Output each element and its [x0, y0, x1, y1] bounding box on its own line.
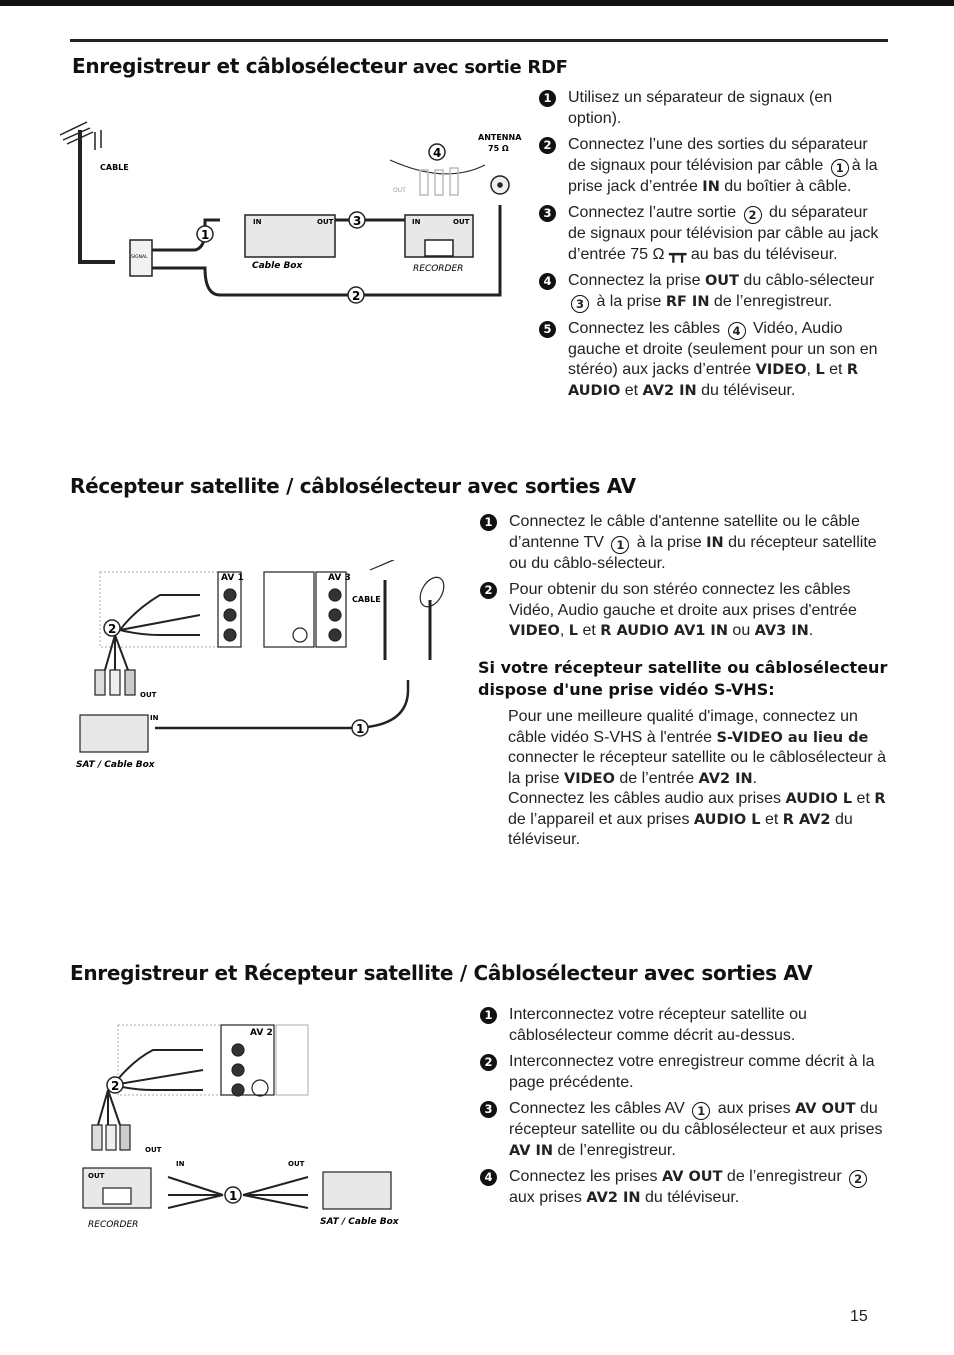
label-rec-in: IN — [176, 1160, 185, 1168]
diagram-rdf: CABLE SIGNAL IN OUT Cable Box IN OUT REC… — [59, 121, 522, 304]
step-text: Connectez la prise OUT du câblo-sélecteu… — [568, 272, 875, 313]
label-av1: AV 1 — [221, 573, 244, 583]
callout-1: 1 — [196, 225, 214, 243]
section1-steps: 1 Utilisez un séparateur de signaux (en o… — [539, 88, 889, 407]
step-item: 1 Connectez le câble d'antenne satellite … — [480, 512, 890, 574]
step-number-icon: 4 — [539, 273, 556, 290]
page-number: 15 — [850, 1308, 868, 1325]
section1-title-tail: avec sortie RDF — [406, 57, 568, 78]
header-rule — [70, 39, 888, 42]
label-recorder-in: IN — [412, 218, 421, 226]
svg-text:4: 4 — [433, 146, 441, 160]
svg-text:1: 1 — [201, 228, 209, 242]
step-number-icon: 2 — [480, 582, 497, 599]
section1-title-main: Enregistreur et câblosélecteur — [72, 54, 407, 78]
svhs-paragraph: Connectez les câbles audio aux prises AU… — [508, 790, 886, 848]
callout-1: 1 — [224, 1186, 242, 1204]
label-sat-in: IN — [150, 714, 159, 722]
label-splitter: SIGNAL — [131, 254, 148, 260]
svg-text:1: 1 — [229, 1189, 237, 1203]
step-number-icon: 2 — [480, 1054, 497, 1071]
svhs-paragraph: Pour une meilleure qualité d'image, conn… — [508, 708, 886, 787]
step-number-icon: 3 — [539, 205, 556, 222]
label-sat-box: SAT / Cable Box — [320, 1217, 400, 1227]
section2-title: Récepteur satellite / câblosélecteur ave… — [70, 474, 636, 498]
label-cable-box-out: OUT — [317, 218, 334, 226]
step-item: 2 Connectez l’une des sorties du séparate… — [539, 135, 889, 197]
step-text: Connectez les câbles 4 Vidéo, Audio gauc… — [568, 319, 878, 399]
svhs-paragraphs: Pour une meilleure qualité d'image, conn… — [508, 707, 888, 851]
label-av3: AV 3 — [328, 573, 351, 583]
step-item: 2 Pour obtenir du son stéréo connectez le… — [480, 580, 890, 642]
step-number-icon: 1 — [480, 1007, 497, 1024]
step-item: 3 Connectez l’autre sortie 2 du séparateu… — [539, 203, 889, 265]
label-rec-out: OUT — [88, 1172, 105, 1180]
label-av2: AV 2 — [250, 1028, 273, 1038]
callout-2: 2 — [103, 619, 121, 637]
step-text: Pour obtenir du son stéréo connectez les… — [509, 581, 857, 639]
label-sat-out: OUT — [140, 691, 157, 699]
step-item: 2 Interconnectez votre enregistreur comme… — [480, 1052, 890, 1093]
label-sat-out: OUT — [288, 1160, 305, 1168]
step-number-icon: 3 — [480, 1101, 497, 1118]
page-top-bar — [0, 0, 954, 6]
step-item: 4 Connectez la prise OUT du câblo-sélecte… — [539, 271, 889, 313]
callout-2: 2 — [106, 1076, 124, 1094]
step-item: 4 Connectez les prises AV OUT de l’enregi… — [480, 1167, 890, 1209]
step-number-icon: 5 — [539, 320, 556, 338]
diagram-sat-av: AV 1 AV 3 CABLE OUT IN SAT / Cable Box 1… — [76, 560, 445, 770]
section2-steps: 1 Connectez le câble d'antenne satellite … — [480, 512, 890, 648]
step-text: Connectez l’autre sortie 2 du séparateur… — [568, 204, 879, 263]
sat-box-device — [79, 714, 149, 753]
section1-title: Enregistreur et câblosélecteur avec sort… — [72, 54, 568, 78]
callout-1: 1 — [351, 719, 369, 737]
step-item: 1 Utilisez un séparateur de signaux (en o… — [539, 88, 889, 129]
label-cable-box-in: IN — [253, 218, 262, 226]
svg-text:3: 3 — [353, 214, 361, 228]
label-sat-box: SAT / Cable Box — [76, 760, 156, 770]
label-recorder-out: OUT — [453, 218, 470, 226]
label-cable: CABLE — [352, 595, 381, 604]
step-item: 5 Connectez les câbles 4 Vidéo, Audio gau… — [539, 319, 889, 402]
antenna-icon — [59, 121, 102, 260]
step-number-icon: 1 — [480, 514, 497, 531]
svg-text:1: 1 — [356, 722, 364, 736]
step-number-icon: 2 — [539, 137, 556, 154]
step-text: Connectez les prises AV OUT de l’enregis… — [509, 1168, 870, 1206]
label-recorder: RECORDER — [413, 264, 463, 274]
callout-2: 2 — [347, 286, 365, 304]
svg-text:2: 2 — [111, 1079, 119, 1093]
label-rca-out: OUT — [393, 187, 406, 194]
section3-title: Enregistreur et Récepteur satellite / Câ… — [70, 961, 813, 985]
label-antenna: ANTENNA — [478, 133, 522, 142]
step-text: Connectez l’une des sorties du séparateu… — [568, 136, 878, 195]
callout-3: 3 — [348, 211, 366, 229]
step-text: Connectez le câble d'antenne satellite o… — [509, 513, 877, 572]
step-number-icon: 4 — [480, 1169, 497, 1186]
step-item: 3 Connectez les câbles AV 1 aux prises AV… — [480, 1099, 890, 1161]
step-text: Utilisez un séparateur de signaux (en op… — [568, 89, 833, 127]
step-text: Connectez les câbles AV 1 aux prises AV … — [509, 1100, 883, 1159]
label-cable-box: Cable Box — [252, 261, 303, 271]
label-antenna-ohm: 75 Ω — [488, 144, 509, 153]
label-cable: CABLE — [100, 163, 129, 172]
svhs-heading: Si votre récepteur satellite ou câblosél… — [478, 658, 888, 699]
callout-4: 4 — [428, 143, 446, 161]
step-item: 1 Interconnectez votre récepteur satellit… — [480, 1005, 890, 1046]
svg-text:2: 2 — [108, 622, 116, 636]
label-rec-out-top: OUT — [145, 1146, 162, 1154]
section3-steps: 1 Interconnectez votre récepteur satellit… — [480, 1005, 890, 1215]
diagram-recorder-sat-av: AV 2 OUT OUT IN OUT RECORDER SAT / Cable… — [82, 1024, 400, 1230]
label-recorder: RECORDER — [88, 1220, 138, 1230]
sat-box-device — [322, 1171, 392, 1210]
svg-text:2: 2 — [352, 289, 360, 303]
step-text: Interconnectez votre enregistreur comme … — [509, 1053, 875, 1091]
step-number-icon: 1 — [539, 90, 556, 107]
step-text: Interconnectez votre récepteur satellite… — [509, 1006, 807, 1044]
